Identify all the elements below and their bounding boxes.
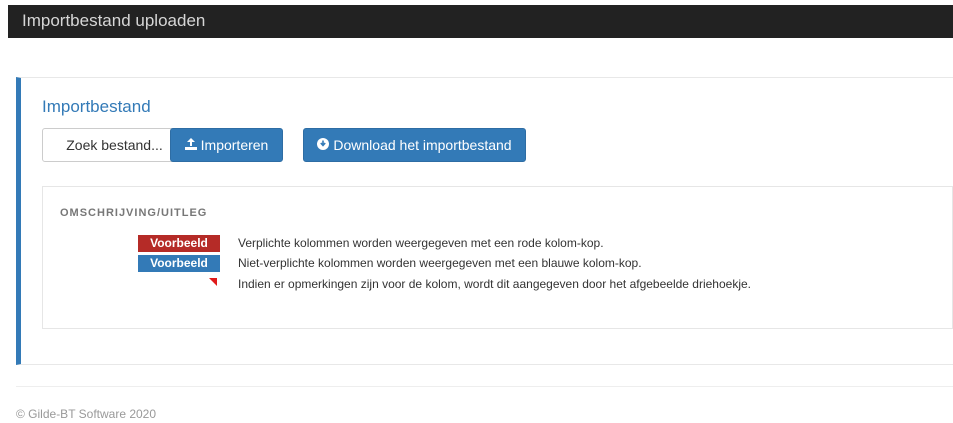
download-template-button[interactable]: Download het importbestand: [303, 128, 526, 162]
import-panel: Importbestand Zoek bestand... Importeren…: [16, 77, 953, 365]
import-label: Importeren: [200, 137, 269, 153]
upload-icon: [184, 138, 197, 152]
page-title: Importbestand uploaden: [22, 11, 206, 30]
optional-column-tag: Voorbeeld: [138, 255, 220, 272]
required-column-tag: Voorbeeld: [138, 235, 220, 252]
download-circle-icon: [317, 138, 330, 152]
optional-column-text: Niet-verplichte kolommen worden weergege…: [238, 256, 642, 270]
footer-divider: [16, 386, 953, 387]
download-label: Download het importbestand: [333, 137, 512, 153]
panel-title: Importbestand: [42, 97, 151, 116]
legend-heading: OMSCHRIJVING/UITLEG: [60, 207, 208, 219]
footer-copyright: © Gilde-BT Software 2020: [16, 407, 157, 421]
choose-file-button[interactable]: Zoek bestand...: [42, 128, 187, 162]
required-column-text: Verplichte kolommen worden weergegeven m…: [238, 236, 604, 250]
legend-box: OMSCHRIJVING/UITLEG Voorbeeld Verplichte…: [42, 186, 953, 329]
import-button[interactable]: Importeren: [170, 128, 283, 162]
title-bar: Importbestand uploaden: [8, 5, 953, 38]
choose-file-label: Zoek bestand...: [66, 137, 163, 153]
comment-indicator-text: Indien er opmerkingen zijn voor de kolom…: [238, 277, 751, 291]
comment-triangle-icon: [209, 278, 217, 286]
